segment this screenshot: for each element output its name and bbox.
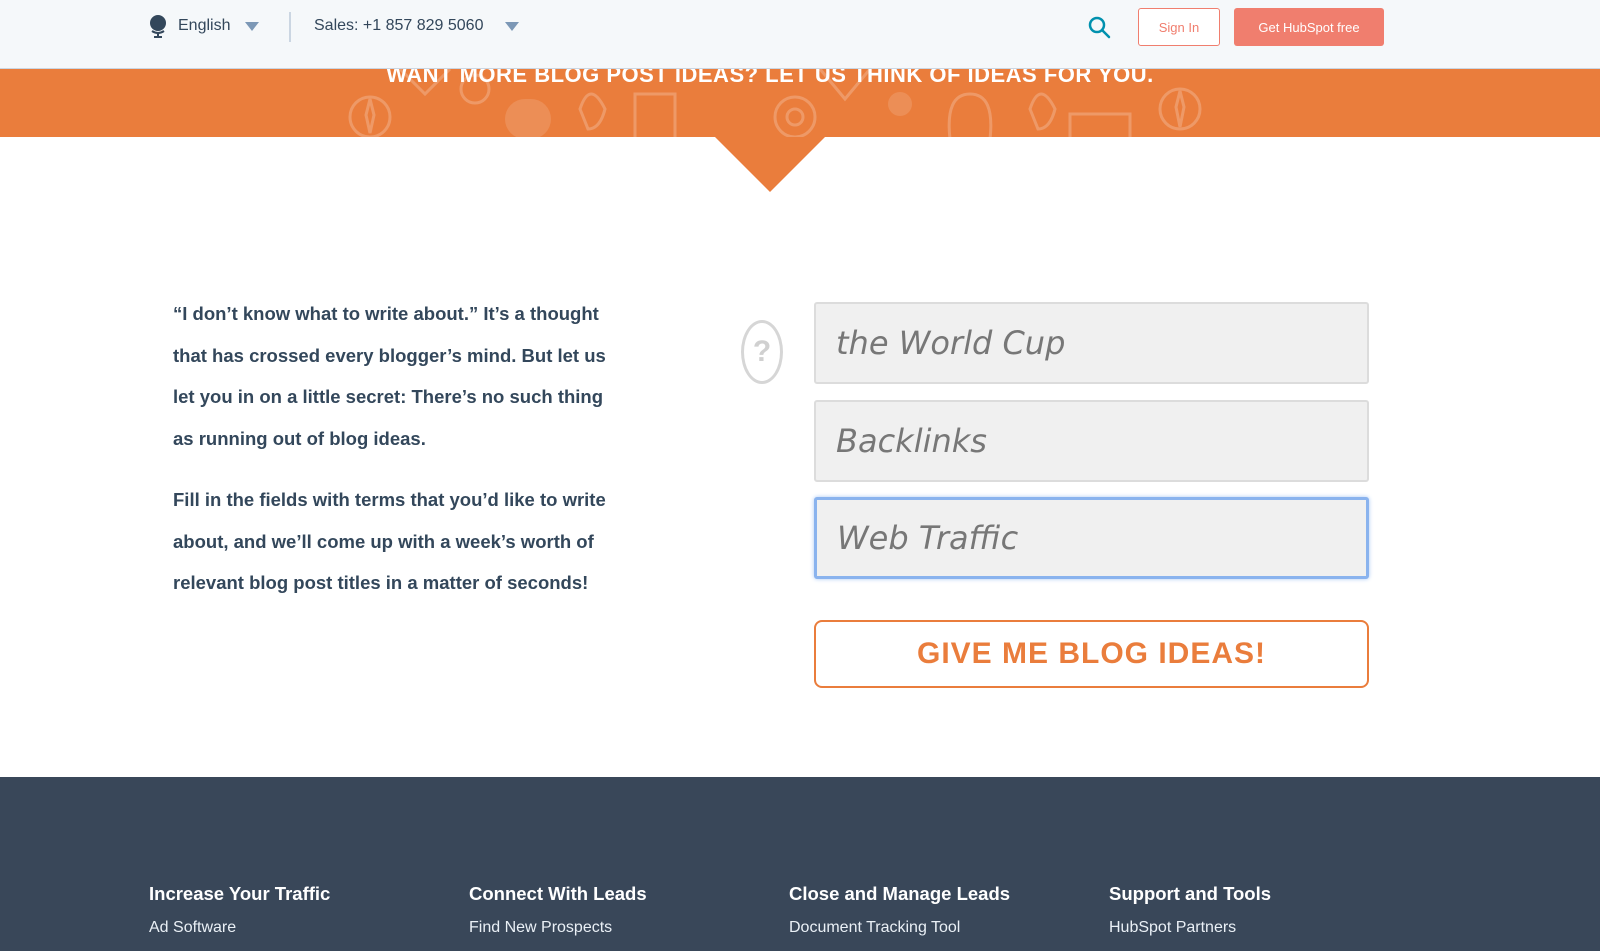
- topic-field-3[interactable]: [814, 497, 1369, 579]
- footer-link[interactable]: Document Tracking Tool: [789, 919, 1010, 937]
- language-selector[interactable]: English: [148, 13, 260, 39]
- footer: Increase Your Traffic Ad Software Connec…: [0, 777, 1600, 951]
- footer-column: Close and Manage Leads Document Tracking…: [789, 883, 1010, 937]
- footer-link[interactable]: Ad Software: [149, 919, 330, 937]
- footer-heading: Increase Your Traffic: [149, 883, 331, 904]
- get-hubspot-free-button[interactable]: Get HubSpot free: [1234, 8, 1384, 46]
- footer-link[interactable]: Find New Prospects: [469, 919, 647, 937]
- sign-in-button[interactable]: Sign In: [1138, 8, 1220, 46]
- banner-arrow-pointer: [715, 137, 825, 192]
- topic-field-1[interactable]: [814, 302, 1369, 384]
- hero-banner: WANT MORE BLOG POST IDEAS? LET US THINK …: [0, 69, 1600, 137]
- question-mark-icon[interactable]: ?: [741, 320, 783, 384]
- nav-divider: [289, 12, 291, 42]
- footer-column: Increase Your Traffic Ad Software: [149, 883, 330, 937]
- language-label: English: [178, 17, 231, 34]
- search-icon[interactable]: [1086, 14, 1112, 40]
- intro-paragraph: “I don’t know what to write about.” It’s…: [173, 303, 606, 449]
- intro-paragraph: Fill in the fields with terms that you’d…: [173, 489, 606, 593]
- chevron-down-icon: [505, 21, 520, 31]
- footer-heading: Support and Tools: [1109, 883, 1272, 904]
- topic-field-2[interactable]: [814, 400, 1369, 482]
- top-nav: English Sales: +1 857 829 5060 Sign In G…: [0, 0, 1600, 69]
- globe-icon: [150, 15, 166, 38]
- footer-column: Support and Tools HubSpot Partners: [1109, 883, 1271, 937]
- sales-phone-selector[interactable]: Sales: +1 857 829 5060: [314, 13, 520, 39]
- footer-heading: Close and Manage Leads: [789, 883, 1011, 904]
- chevron-down-icon: [245, 21, 260, 31]
- banner-title: WANT MORE BLOG POST IDEAS? LET US THINK …: [386, 69, 1154, 87]
- intro-text: “I don’t know what to write about.” It’s…: [173, 293, 613, 624]
- footer-heading: Connect With Leads: [469, 883, 647, 904]
- footer-column: Connect With Leads Find New Prospects: [469, 883, 647, 937]
- give-me-blog-ideas-button[interactable]: GIVE ME BLOG IDEAS!: [814, 620, 1369, 688]
- sales-phone-label: Sales: +1 857 829 5060: [314, 17, 484, 34]
- footer-link[interactable]: HubSpot Partners: [1109, 919, 1271, 937]
